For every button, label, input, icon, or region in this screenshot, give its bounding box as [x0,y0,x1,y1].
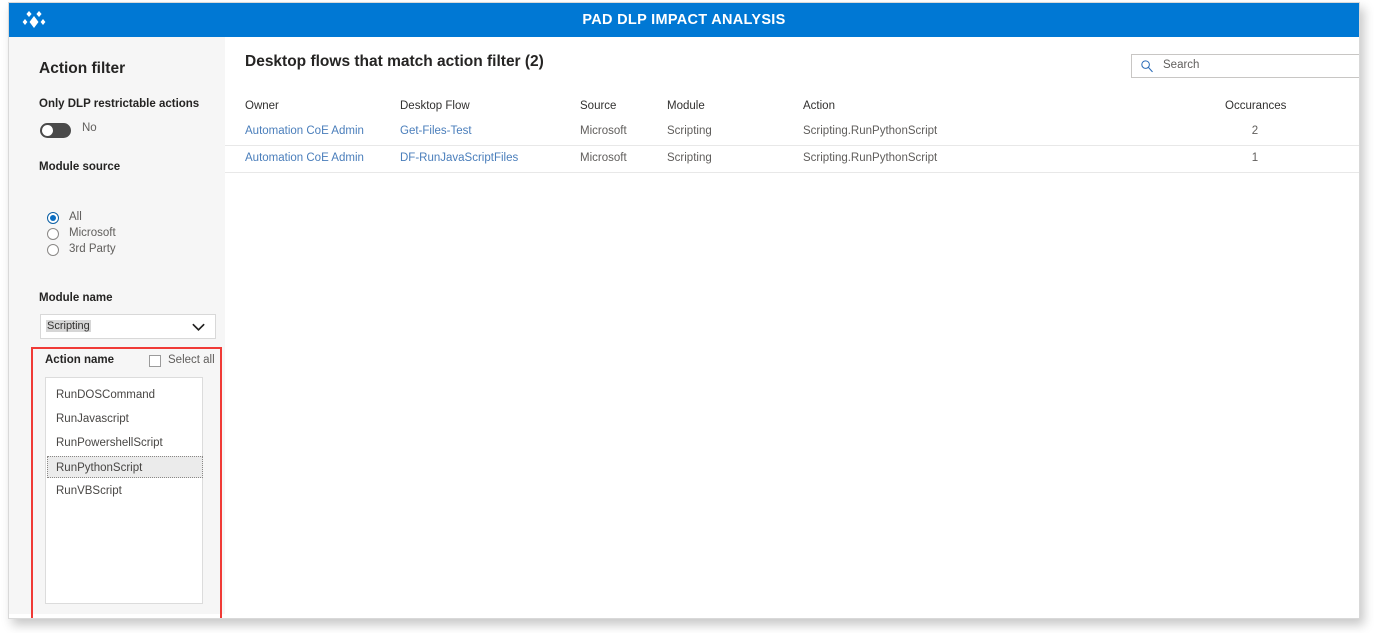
search-icon [1140,59,1154,73]
cell-occurances: 1 [1251,152,1259,164]
cell-action: Scripting.RunPythonScript [803,125,938,137]
page-title: PAD DLP IMPACT ANALYSIS [582,12,786,28]
column-header-action: Action [803,100,835,112]
report-page: PAD DLP IMPACT ANALYSIS Action filter On… [8,2,1360,619]
search-placeholder: Search [1163,59,1200,71]
only-dlp-toggle[interactable] [40,123,71,138]
cell-occurances: 2 [1251,125,1259,137]
screenshot-root: PAD DLP IMPACT ANALYSIS Action filter On… [0,0,1374,633]
column-header-desktop-flow: Desktop Flow [400,100,470,112]
search-input[interactable]: Search [1131,54,1359,78]
module-name-label: Module name [39,292,113,304]
column-header-occurances: Occurances [1225,100,1287,112]
desktop-flows-table: Owner Desktop Flow Source Module Action … [225,95,1359,173]
column-header-source: Source [580,100,617,112]
list-item[interactable]: RunDOSCommand [47,384,203,406]
cell-module: Scripting [667,152,712,164]
radio-indicator [47,228,59,240]
only-dlp-label: Only DLP restrictable actions [39,98,200,110]
table-row[interactable]: Automation CoE Admin Get-Files-Test Micr… [225,119,1359,146]
action-filter-sidebar: Action filter Only DLP restrictable acti… [9,37,226,618]
only-dlp-toggle-value: No [82,122,97,134]
list-item[interactable]: RunJavascript [47,408,203,430]
list-item-selected[interactable]: RunPythonScript [47,456,203,478]
action-name-listbox[interactable]: RunDOSCommand RunJavascript RunPowershel… [45,377,203,604]
column-header-module: Module [667,100,705,112]
cell-desktop-flow[interactable]: DF-RunJavaScriptFiles [400,152,518,164]
cell-desktop-flow[interactable]: Get-Files-Test [400,125,472,137]
cell-owner[interactable]: Automation CoE Admin [245,125,364,137]
chevron-down-icon [191,320,206,335]
table-row[interactable]: Automation CoE Admin DF-RunJavaScriptFil… [225,146,1359,173]
cell-action: Scripting.RunPythonScript [803,152,938,164]
module-name-dropdown[interactable]: Scripting [40,314,216,339]
sidebar-heading: Action filter [39,60,126,77]
app-header: PAD DLP IMPACT ANALYSIS [9,3,1359,37]
module-source-label: Module source [39,161,121,173]
radio-label: 3rd Party [69,243,116,255]
list-item[interactable]: RunVBScript [47,480,203,502]
list-item[interactable]: RunPowershellScript [47,432,203,454]
cell-owner[interactable]: Automation CoE Admin [245,152,364,164]
column-header-owner: Owner [245,100,279,112]
action-name-label: Action name [45,354,115,366]
table-title: Desktop flows that match action filter (… [245,53,544,70]
radio-label: All [69,211,82,223]
radio-label: Microsoft [69,227,116,239]
table-header-row: Owner Desktop Flow Source Module Action … [225,95,1359,119]
select-all-label: Select all [168,354,215,366]
cell-source: Microsoft [580,152,627,164]
radio-indicator [47,212,59,224]
cell-source: Microsoft [580,125,627,137]
cell-module: Scripting [667,125,712,137]
main-content: Desktop flows that match action filter (… [225,37,1359,614]
toggle-knob [42,125,53,136]
radio-indicator [47,244,59,256]
module-name-value: Scripting [46,320,91,332]
select-all-checkbox[interactable] [149,355,161,367]
